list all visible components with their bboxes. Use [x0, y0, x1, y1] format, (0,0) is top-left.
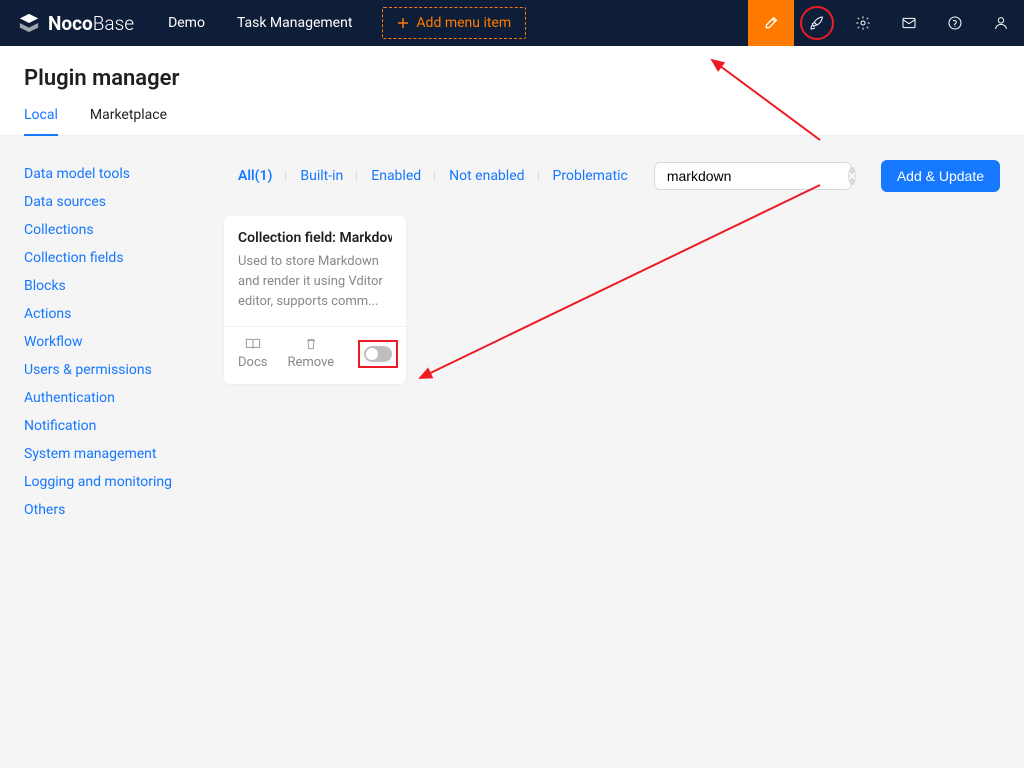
search-clear-button[interactable]	[848, 167, 856, 185]
person-icon	[993, 15, 1009, 31]
sidebar-item-users-permissions[interactable]: Users & permissions	[24, 356, 200, 384]
sidebar-item-logging-monitoring[interactable]: Logging and monitoring	[24, 468, 200, 496]
nav-items: Demo Task Management Add menu item	[152, 0, 526, 46]
settings-icon[interactable]	[840, 0, 886, 46]
envelope-icon	[901, 15, 917, 31]
tab-local[interactable]: Local	[24, 107, 58, 135]
main-panel: All(1) Built-in Enabled Not enabled Prob…	[224, 160, 1000, 524]
plugin-enable-toggle[interactable]	[364, 346, 392, 362]
add-menu-label: Add menu item	[416, 15, 511, 31]
question-icon	[947, 15, 963, 31]
filter-all[interactable]: All(1)	[224, 168, 286, 184]
nav-item-task-management[interactable]: Task Management	[221, 0, 368, 46]
header-icons	[748, 0, 1024, 46]
plus-icon	[397, 17, 409, 29]
app-header: NocoBase Demo Task Management Add menu i…	[0, 0, 1024, 46]
help-icon[interactable]	[932, 0, 978, 46]
plugin-card[interactable]: Collection field: Markdow Used to store …	[224, 216, 406, 384]
sidebar-item-authentication[interactable]: Authentication	[24, 384, 200, 412]
mail-icon[interactable]	[886, 0, 932, 46]
highlighter-icon	[763, 15, 779, 31]
sidebar-item-workflow[interactable]: Workflow	[24, 328, 200, 356]
filter-enabled[interactable]: Enabled	[357, 168, 435, 184]
sidebar: Data model tools Data sources Collection…	[24, 160, 200, 524]
search-box	[654, 162, 852, 190]
logo[interactable]: NocoBase	[0, 12, 152, 35]
user-icon[interactable]	[978, 0, 1024, 46]
plugin-description: Used to store Markdown and render it usi…	[238, 252, 392, 312]
sidebar-item-notification[interactable]: Notification	[24, 412, 200, 440]
logo-text-light: Base	[93, 12, 134, 35]
tab-marketplace[interactable]: Marketplace	[90, 107, 167, 135]
rocket-icon	[809, 15, 825, 31]
filter-bar: All(1) Built-in Enabled Not enabled Prob…	[224, 160, 1000, 192]
sidebar-item-collection-fields[interactable]: Collection fields	[24, 244, 200, 272]
nav-item-demo[interactable]: Demo	[152, 0, 221, 46]
search-input[interactable]	[667, 168, 848, 184]
filter-problematic[interactable]: Problematic	[539, 168, 642, 184]
close-icon	[848, 172, 856, 180]
add-update-button[interactable]: Add & Update	[881, 160, 1000, 192]
sidebar-item-others[interactable]: Others	[24, 496, 200, 524]
plugin-manager-icon[interactable]	[794, 0, 840, 46]
plugin-remove-label: Remove	[287, 355, 334, 370]
sidebar-item-actions[interactable]: Actions	[24, 300, 200, 328]
filter-tabs: All(1) Built-in Enabled Not enabled Prob…	[224, 168, 642, 184]
plugin-docs-action[interactable]: Docs	[238, 337, 267, 370]
trash-icon	[304, 337, 318, 351]
filter-not-enabled[interactable]: Not enabled	[435, 168, 538, 184]
page-title: Plugin manager	[24, 66, 1000, 91]
page-tabs: Local Marketplace	[24, 107, 1000, 135]
content: Data model tools Data sources Collection…	[0, 136, 1024, 548]
add-menu-item-button[interactable]: Add menu item	[382, 7, 526, 39]
plugin-card-body: Collection field: Markdow Used to store …	[224, 216, 406, 326]
plugin-docs-label: Docs	[238, 355, 267, 370]
logo-text-bold: Noco	[48, 12, 93, 35]
sidebar-item-data-sources[interactable]: Data sources	[24, 188, 200, 216]
sidebar-item-blocks[interactable]: Blocks	[24, 272, 200, 300]
sidebar-item-system-management[interactable]: System management	[24, 440, 200, 468]
logo-icon	[18, 12, 40, 34]
plugin-title: Collection field: Markdow	[238, 230, 392, 246]
plugin-card-footer: Docs Remove	[224, 326, 406, 384]
sidebar-item-collections[interactable]: Collections	[24, 216, 200, 244]
sidebar-item-data-model-tools[interactable]: Data model tools	[24, 160, 200, 188]
page-header: Plugin manager Local Marketplace	[0, 46, 1024, 136]
plugin-remove-action[interactable]: Remove	[287, 337, 334, 370]
design-mode-icon[interactable]	[748, 0, 794, 46]
book-icon	[245, 337, 261, 351]
filter-builtin[interactable]: Built-in	[286, 168, 357, 184]
gear-icon	[855, 15, 871, 31]
plugin-toggle-wrap	[364, 346, 392, 362]
